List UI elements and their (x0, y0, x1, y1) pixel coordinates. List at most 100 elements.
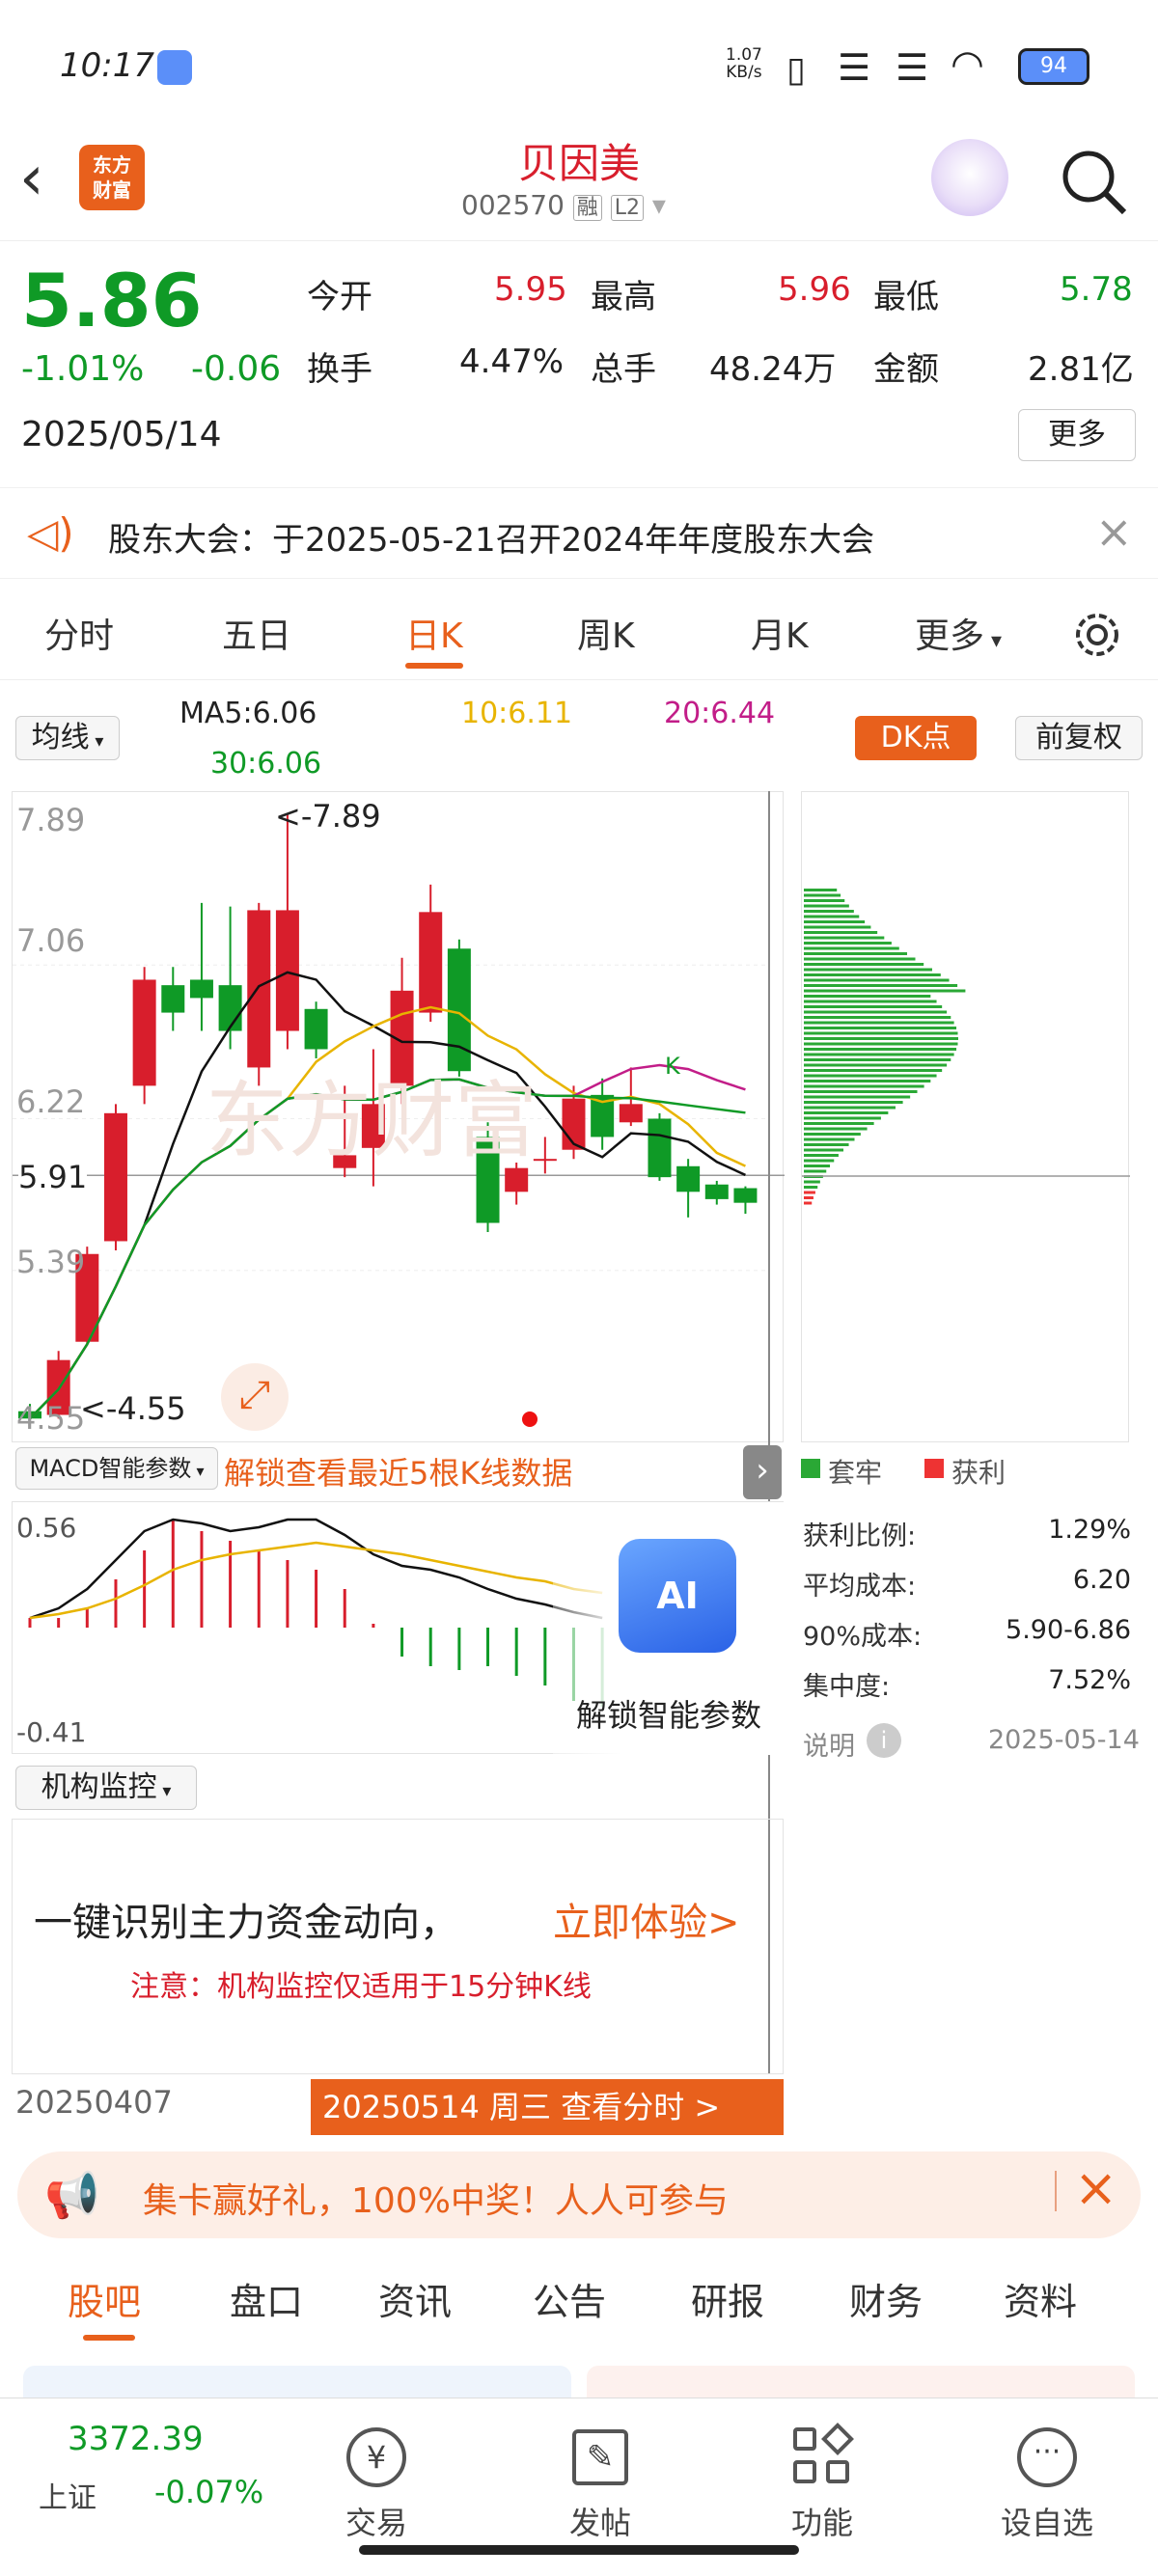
megaphone-icon: 📢 (44, 2169, 100, 2221)
chip-bar (804, 957, 916, 961)
low-marker: <-4.55 (80, 1390, 186, 1427)
tab-monthly-k[interactable]: 月K (751, 608, 809, 658)
chip-bar (804, 910, 854, 913)
candle-body (447, 948, 471, 1072)
add-watchlist-button[interactable]: ··· 设自选 (994, 2427, 1100, 2543)
macd-chart[interactable]: 0.56 -0.41 AI 解锁智能参数 (12, 1501, 785, 1755)
battery-icon: 94 (1018, 48, 1089, 85)
candle-body (419, 912, 443, 1013)
ai-icon: AI (619, 1539, 736, 1653)
more-button[interactable]: 更多 (1018, 409, 1136, 461)
macd-unlock-text[interactable]: 解锁查看最近5根K线数据 (224, 1449, 572, 1494)
tab-more[interactable]: 更多 ▾ (915, 608, 1002, 658)
l2-badge: L2 (610, 195, 644, 221)
active-tab-indicator (405, 663, 463, 669)
banner-text: 集卡赢好礼，100%中奖！人人可参与 (143, 2181, 729, 2221)
trapped-swatch (801, 1459, 820, 1478)
chevron-right-icon[interactable]: › (743, 1445, 782, 1499)
notice-bar[interactable]: ◁) 股东大会：于2025-05-21召开2024年年度股东大会 × (0, 487, 1158, 579)
post-button[interactable]: ✎ 发帖 (562, 2427, 639, 2543)
chip-bar (804, 1180, 820, 1184)
inst-select[interactable]: 机构监控 ▾ (15, 1766, 197, 1810)
active-tab-indicator (83, 2335, 135, 2341)
stock-code-row[interactable]: 002570 融 L2 ▾ (461, 189, 666, 221)
tab-pankou[interactable]: 盘口 (230, 2272, 303, 2325)
chip-bar (804, 931, 878, 934)
chip-bar (804, 1016, 951, 1019)
chip-bar (804, 1169, 827, 1173)
low-value: 5.78 (1060, 270, 1133, 309)
expand-icon[interactable]: ⤢ (221, 1363, 289, 1431)
chip-bar (804, 893, 841, 897)
chip-bar (804, 952, 908, 955)
ai-overlay[interactable]: AI 解锁智能参数 (553, 1502, 785, 1755)
chip-bar (804, 899, 845, 902)
search-icon[interactable] (1057, 145, 1134, 222)
trade-button[interactable]: ¥ 交易 (338, 2427, 415, 2543)
ma5-label: MA5:6.06 (179, 697, 317, 730)
tab-news[interactable]: 资讯 (378, 2272, 452, 2325)
kline-chart[interactable]: 东方财富 7.89 7.06 6.22 5.39 4.55 5.91 <-7.8… (12, 791, 785, 1442)
quote-panel: 5.86 -1.01% -0.06 2025/05/14 今开 5.95 最高 … (0, 243, 1158, 480)
quote-date: 2025/05/14 (21, 415, 222, 454)
robot-avatar[interactable] (931, 139, 1008, 216)
candle-body (218, 985, 242, 1031)
tab-guba[interactable]: 股吧 (68, 2272, 141, 2325)
chip-bar (804, 1069, 943, 1072)
tab-finance[interactable]: 财务 (849, 2272, 923, 2325)
chip-bar (804, 963, 924, 966)
chip-bar (804, 1074, 937, 1078)
change-pct: -1.01% (21, 349, 145, 389)
tab-5day[interactable]: 五日 (222, 608, 291, 658)
index-change: -0.07% (154, 2474, 264, 2510)
profit-label: 获利 (951, 1457, 1006, 1489)
ma30-label: 30:6.06 (210, 747, 322, 781)
chip-bar (804, 1005, 943, 1008)
tab-fenshi[interactable]: 分时 (44, 608, 114, 658)
close-icon[interactable]: × (1095, 506, 1133, 558)
chip-bar (804, 1037, 958, 1040)
settings-icon[interactable] (1071, 609, 1123, 661)
tab-profile[interactable]: 资料 (1004, 2272, 1077, 2325)
macd-select[interactable]: MACD智能参数 ▾ (15, 1447, 218, 1490)
tab-weekly-k[interactable]: 周K (577, 608, 635, 658)
chip-bar (804, 1058, 951, 1061)
candle-body (648, 1118, 672, 1178)
speaker-icon: ◁) (27, 509, 74, 557)
chip-distribution[interactable] (801, 791, 1130, 1442)
chip-bar (804, 1196, 813, 1199)
inst-note: 注意：机构监控仅适用于15分钟K线 (130, 1970, 592, 2004)
adjust-button[interactable]: 前复权 (1015, 716, 1143, 760)
tab-daily-k[interactable]: 日K (405, 608, 463, 658)
chip-bar (804, 920, 866, 923)
inst-cta[interactable]: 立即体验> (553, 1891, 740, 1947)
chip-bar (804, 1000, 937, 1003)
chip-bar (804, 1127, 868, 1131)
functions-button[interactable]: 功能 (784, 2423, 861, 2543)
chip-stat-key: 集中度: (803, 1672, 891, 1702)
indicator-select[interactable]: 均线 ▾ (15, 716, 120, 760)
candle-body (704, 1184, 729, 1199)
macd-bottom: -0.41 (16, 1716, 87, 1748)
event-dot[interactable] (522, 1411, 538, 1427)
chip-bar (804, 1137, 855, 1141)
candle-body (103, 1112, 127, 1242)
chip-bar (804, 984, 958, 987)
dk-button[interactable]: DK点 (855, 716, 977, 760)
chip-bar (804, 936, 885, 940)
view-intraday-button[interactable]: 20250514 周三 查看分时 > (311, 2079, 784, 2135)
close-icon[interactable]: × (1074, 2157, 1117, 2218)
chip-bar (804, 1201, 813, 1205)
tab-announcement[interactable]: 公告 (533, 2272, 606, 2325)
promo-banner[interactable]: 📢 集卡赢好礼，100%中奖！人人可参与 × (17, 2151, 1141, 2238)
inst-panel[interactable]: 一键识别主力资金动向， 立即体验> 注意：机构监控仅适用于15分钟K线 (12, 1819, 784, 2074)
tab-research[interactable]: 研报 (691, 2272, 764, 2325)
chip-bar (804, 1010, 948, 1014)
chip-bar (804, 1148, 844, 1152)
chip-note[interactable]: 说明 (803, 1725, 855, 1763)
chip-bar (804, 1063, 948, 1067)
low-label: 最低 (873, 278, 939, 316)
info-icon[interactable]: i (867, 1723, 901, 1758)
y-label-2: 7.06 (16, 922, 86, 959)
index-value: 3372.39 (68, 2420, 204, 2458)
